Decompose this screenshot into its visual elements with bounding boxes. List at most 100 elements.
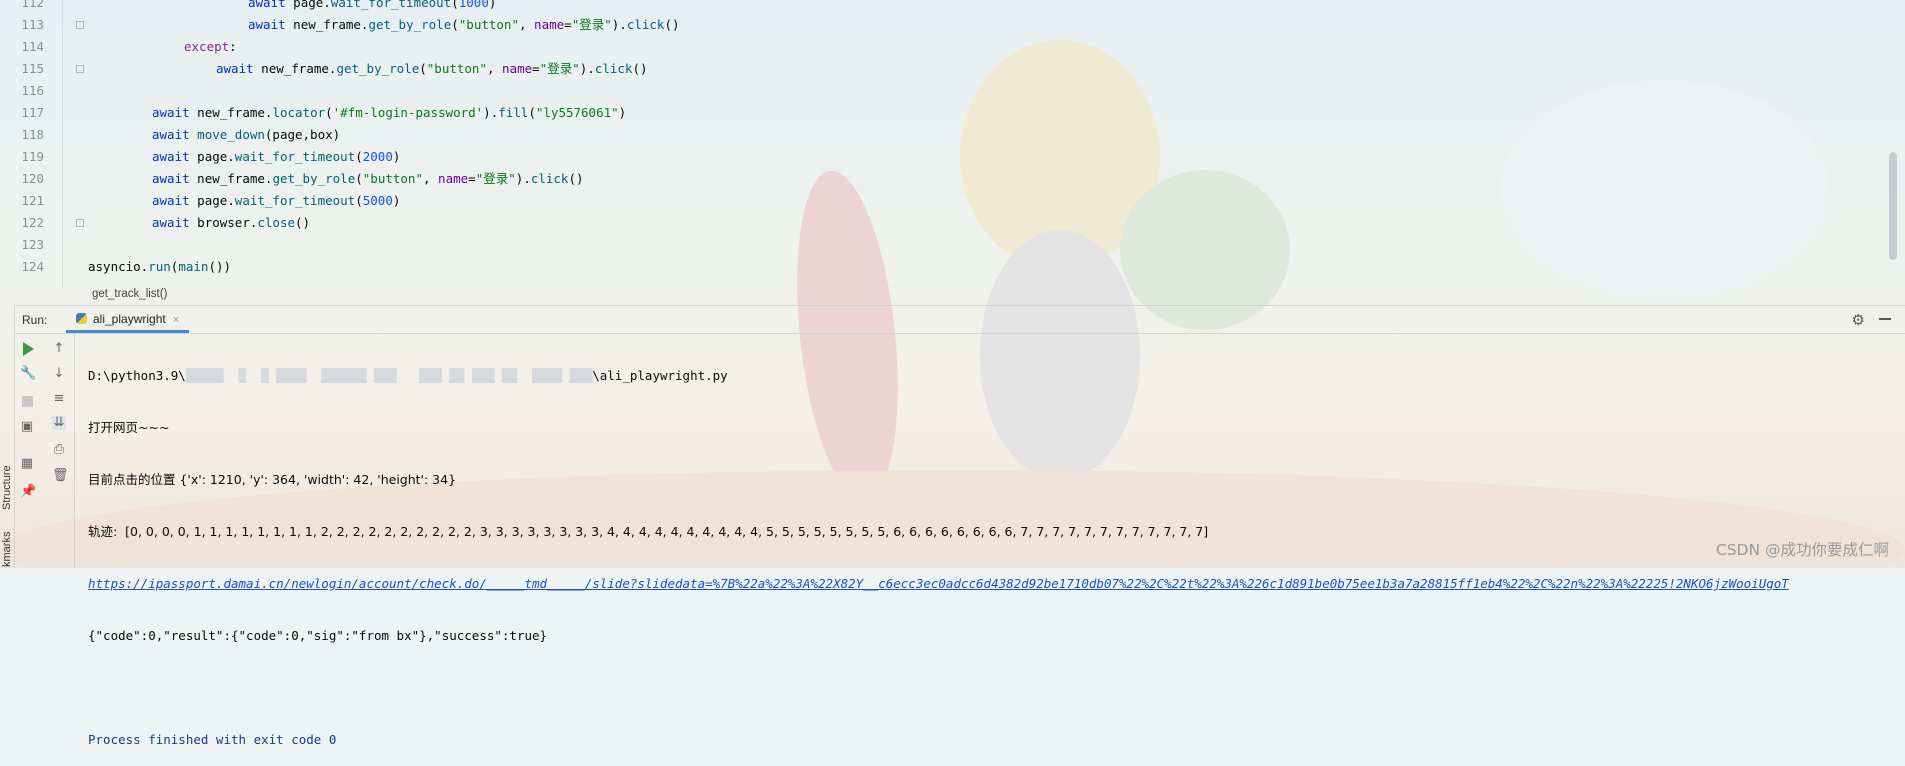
line-number: 119 [21,149,44,164]
code-token: wait_for_timeout [234,193,356,208]
code-line[interactable]: 123 [0,234,1890,256]
code-token: fill [498,105,529,120]
run-tab-label: ali_playwright [93,312,166,326]
code-line[interactable]: 118 await move_down(page,box) [0,124,1890,146]
code-token: page. [189,193,235,208]
pin-icon[interactable]: 📌 [20,485,36,499]
code-token: ( [451,17,459,32]
fold-marker-icon[interactable] [76,219,84,227]
console-line-position: 目前点击的位置 {'x': 1210, 'y': 364, 'width': 4… [88,472,457,487]
code-text: await new_frame.locator('#fm-login-passw… [152,102,626,124]
code-token: '#fm-login-password' [332,105,484,120]
editor-scrollbar[interactable] [1889,152,1897,260]
code-token: "登录" [475,171,516,186]
gear-icon[interactable]: ⚙ [1852,311,1865,329]
soft-wrap-icon[interactable]: ≡ [52,392,66,406]
code-line[interactable]: 113 await new_frame.get_by_role("button",… [0,14,1890,36]
bookmarks-tab[interactable]: kmarks [1,532,13,567]
code-token: await [152,215,190,230]
code-token: , [486,61,503,76]
code-token: run [148,259,171,274]
code-token: 2000 [362,149,393,164]
scroll-to-end-icon[interactable]: ⇊ [52,416,66,430]
camera-icon[interactable]: ▣ [20,420,34,434]
code-token: ) [618,105,627,120]
code-lines[interactable]: 112 await page.wait_for_timeout(1000) 113 a… [0,0,1890,278]
code-line[interactable]: 120 await new_frame.get_by_role("button",… [0,168,1890,190]
code-token: = [468,171,476,186]
code-token: "button" [426,61,487,76]
code-token: await [248,17,286,32]
python-file-icon [76,313,87,324]
code-text: await new_frame.get_by_role("button", na… [248,14,680,36]
console-output[interactable]: D:\python3.9\█████ █ █ ████ ██████ ███ █… [88,335,1789,766]
trash-icon[interactable]: 🗑 [52,469,69,483]
code-token: get_by_role [272,171,356,186]
arrow-up-icon[interactable]: ↑ [52,342,66,356]
code-line[interactable]: 122 await browser.close() [0,212,1890,234]
line-number: 118 [21,127,44,142]
code-token: new_frame. [189,105,273,120]
code-line[interactable]: 124 asyncio.run(main()) [0,256,1890,278]
code-token: await [152,171,190,186]
console-line-empty [88,677,1789,699]
console-link[interactable]: https://ipassport.damai.cn/newlogin/acco… [88,573,1789,595]
wrench-icon[interactable]: 🔧 [20,367,36,381]
stop-icon[interactable] [22,396,33,407]
code-line[interactable]: 117 await new_frame.locator('#fm-login-pa… [0,102,1890,124]
code-token: ( [451,0,459,10]
print-icon[interactable]: ⎙ [52,443,66,457]
watermark: CSDN @成功你要成仁啊 [1715,541,1889,559]
console-line-command: D:\python3.9\█████ █ █ ████ ██████ ███ █… [88,368,728,383]
code-text: await new_frame.get_by_role("button", na… [216,58,648,80]
code-token: () [568,171,584,186]
rerun-icon[interactable] [23,342,34,356]
code-token: : [229,39,237,54]
minimize-icon[interactable] [1879,318,1891,320]
fold-marker-icon[interactable] [76,21,84,29]
code-token: ). [579,61,595,76]
code-line[interactable]: 114 except: [0,36,1890,58]
code-editor[interactable]: 112 await page.wait_for_timeout(1000) 113 a… [0,0,1905,287]
code-token: , [422,171,439,186]
line-number: 124 [21,259,44,274]
code-token: click [594,61,633,76]
code-line[interactable]: 121 await page.wait_for_timeout(5000) [0,190,1890,212]
run-tab-ali-playwright[interactable]: ali_playwright × [66,306,190,333]
code-line[interactable]: 119 await page.wait_for_timeout(2000) [0,146,1890,168]
code-token: new_frame. [253,61,337,76]
code-token: locator [272,105,326,120]
code-line[interactable]: 115 await new_frame.get_by_role("button",… [0,58,1890,80]
code-token: ). [483,105,499,120]
code-token: move_down [197,127,265,142]
code-token: = [532,61,540,76]
code-token: ( [325,105,333,120]
code-line[interactable]: 116 [0,80,1890,102]
code-token: ). [611,17,627,32]
fold-marker-icon[interactable] [76,65,84,73]
line-number: 122 [21,215,44,230]
code-text: await move_down(page,box) [152,124,340,146]
line-number: 112 [21,0,44,10]
structure-tab[interactable]: Structure [1,465,13,510]
close-tab-icon[interactable]: × [173,314,179,326]
breadcrumb[interactable]: get_track_list() [92,287,167,301]
layout-icon[interactable]: ▦ [20,457,34,471]
code-token: await [152,149,190,164]
line-number: 116 [21,83,44,98]
arrow-down-icon[interactable]: ↓ [52,367,66,381]
left-tool-strip: Structure kmarks [0,305,15,568]
code-token: await [152,105,190,120]
code-line[interactable]: 112 await page.wait_for_timeout(1000) [0,0,1890,14]
code-token: name [438,171,469,186]
run-toolbar: Run: ali_playwright × ⚙ [14,305,1905,334]
code-token: wait_for_timeout [234,149,356,164]
code-token: await [248,0,286,10]
code-token: () [295,215,311,230]
code-token: get_by_role [368,17,452,32]
console-line-open: 打开网页~~~ [88,420,170,435]
line-number: 121 [21,193,44,208]
line-number: 114 [21,39,44,54]
code-text: except: [184,36,237,58]
code-token: browser. [189,215,258,230]
